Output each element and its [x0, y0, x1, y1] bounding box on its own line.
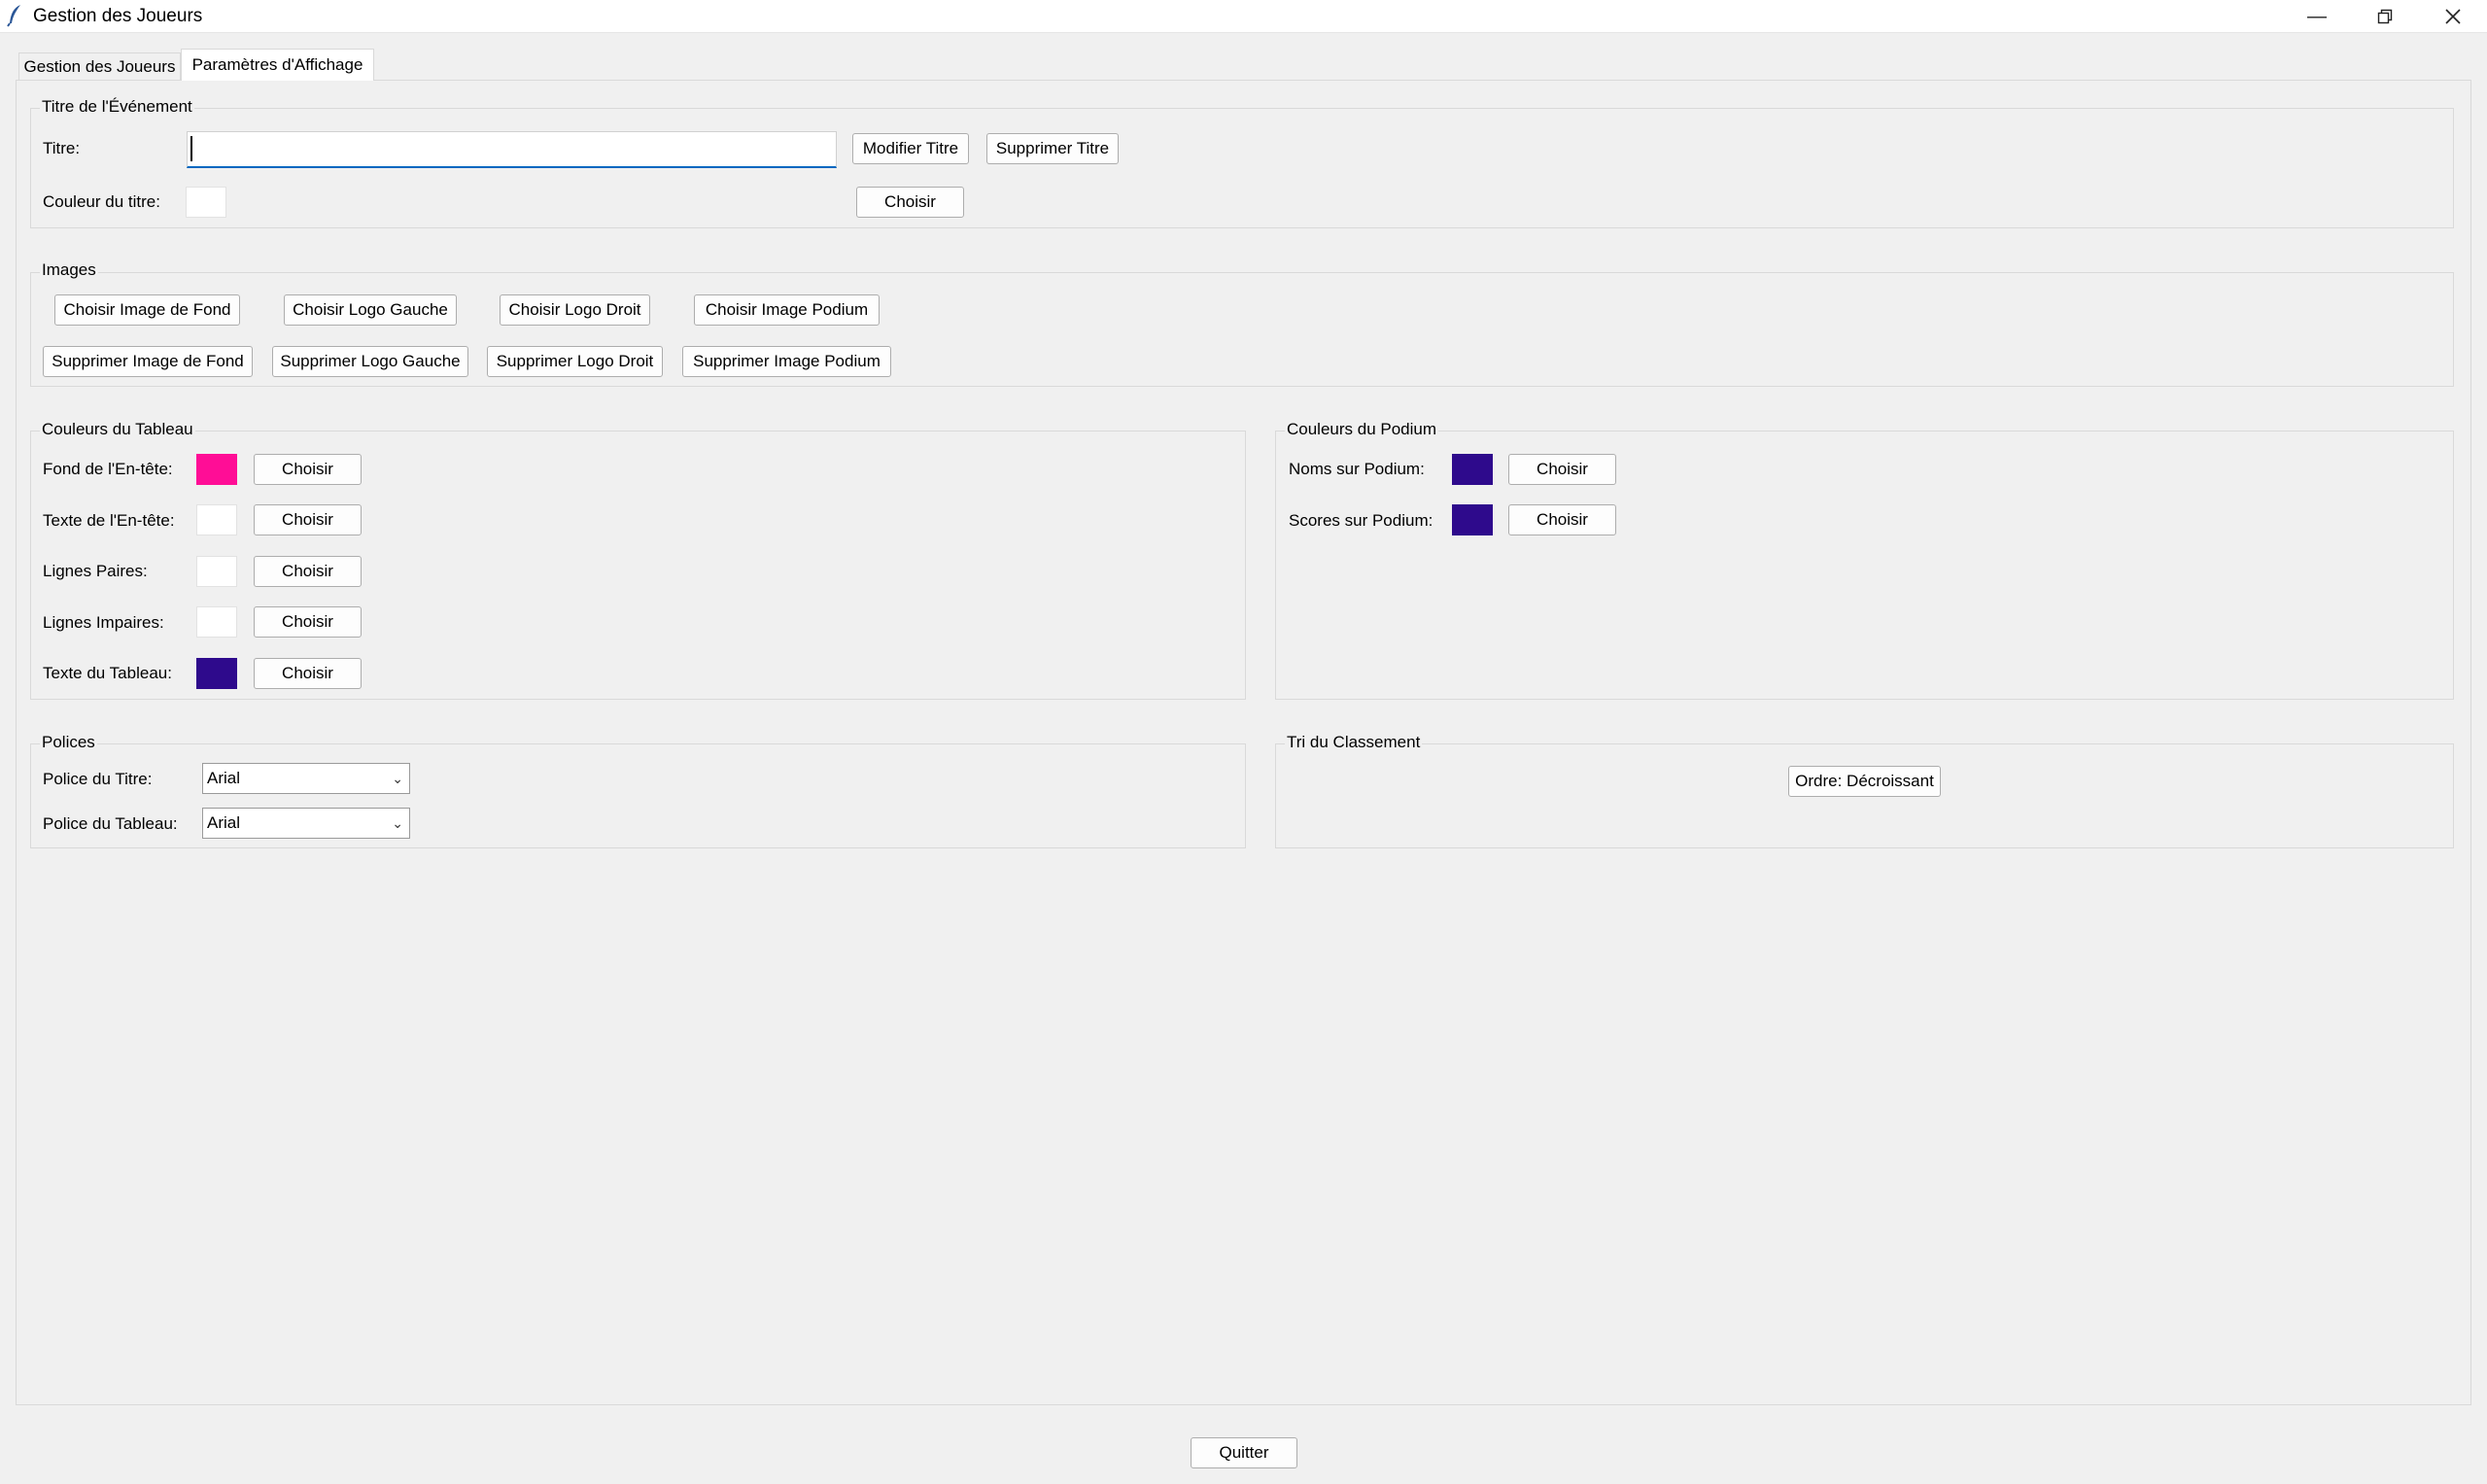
- even-rows-label: Lignes Paires:: [43, 562, 148, 580]
- table-text-label: Texte du Tableau:: [43, 664, 172, 682]
- delete-background-image-button[interactable]: Supprimer Image de Fond: [43, 346, 253, 377]
- feather-icon: [6, 4, 25, 27]
- table-font-select[interactable]: Arial ⌄: [202, 808, 410, 839]
- title-color-label: Couleur du titre:: [43, 192, 160, 211]
- tab-display-settings[interactable]: Paramètres d'Affichage: [181, 49, 374, 81]
- podium-names-label: Noms sur Podium:: [1289, 460, 1425, 478]
- event-title-frame-label: Titre de l'Événement: [40, 97, 194, 117]
- even-rows-swatch: [196, 556, 237, 587]
- delete-right-logo-button[interactable]: Supprimer Logo Droit: [487, 346, 663, 377]
- title-label: Titre:: [43, 139, 81, 157]
- choose-table-text-button[interactable]: Choisir: [254, 658, 362, 689]
- minimize-icon[interactable]: —: [2283, 0, 2351, 33]
- sort-order-button[interactable]: Ordre: Décroissant: [1788, 766, 1941, 797]
- restore-icon[interactable]: [2351, 0, 2419, 33]
- event-title-frame: [30, 108, 2454, 228]
- choose-title-color-button[interactable]: Choisir: [856, 187, 964, 218]
- choose-odd-rows-button[interactable]: Choisir: [254, 606, 362, 638]
- header-background-label: Fond de l'En-tête:: [43, 460, 173, 478]
- delete-podium-image-button[interactable]: Supprimer Image Podium: [682, 346, 891, 377]
- table-text-swatch: [196, 658, 237, 689]
- window-titlebar: [0, 0, 2487, 33]
- podium-names-swatch: [1452, 454, 1493, 485]
- quit-button[interactable]: Quitter: [1191, 1437, 1297, 1468]
- fonts-frame-label: Polices: [40, 733, 97, 752]
- title-input[interactable]: [187, 131, 837, 168]
- choose-podium-image-button[interactable]: Choisir Image Podium: [694, 294, 880, 326]
- modify-title-button[interactable]: Modifier Titre: [852, 133, 969, 164]
- odd-rows-label: Lignes Impaires:: [43, 613, 164, 632]
- choose-left-logo-button[interactable]: Choisir Logo Gauche: [284, 294, 457, 326]
- podium-scores-label: Scores sur Podium:: [1289, 511, 1433, 530]
- chevron-down-icon[interactable]: ⌄: [392, 771, 403, 787]
- header-text-label: Texte de l'En-tête:: [43, 511, 175, 530]
- choose-even-rows-button[interactable]: Choisir: [254, 556, 362, 587]
- podium-colors-frame-label: Couleurs du Podium: [1285, 420, 1439, 439]
- images-frame-label: Images: [40, 260, 98, 280]
- sorting-frame-label: Tri du Classement: [1285, 733, 1423, 752]
- choose-right-logo-button[interactable]: Choisir Logo Droit: [500, 294, 650, 326]
- chevron-down-icon[interactable]: ⌄: [392, 815, 403, 832]
- podium-scores-swatch: [1452, 504, 1493, 535]
- choose-header-background-button[interactable]: Choisir: [254, 454, 362, 485]
- header-text-swatch: [196, 504, 237, 535]
- header-background-swatch: [196, 454, 237, 485]
- title-font-label: Police du Titre:: [43, 770, 153, 788]
- table-font-label: Police du Tableau:: [43, 814, 178, 833]
- choose-background-image-button[interactable]: Choisir Image de Fond: [54, 294, 240, 326]
- window-title: Gestion des Joueurs: [33, 6, 203, 26]
- choose-header-text-button[interactable]: Choisir: [254, 504, 362, 535]
- title-color-swatch: [186, 187, 226, 218]
- delete-left-logo-button[interactable]: Supprimer Logo Gauche: [272, 346, 468, 377]
- choose-podium-names-button[interactable]: Choisir: [1508, 454, 1616, 485]
- table-colors-frame-label: Couleurs du Tableau: [40, 420, 195, 439]
- table-font-value: Arial: [207, 813, 241, 832]
- title-font-value: Arial: [207, 769, 241, 787]
- tab-player-management[interactable]: Gestion des Joueurs: [18, 52, 181, 80]
- delete-title-button[interactable]: Supprimer Titre: [986, 133, 1119, 164]
- close-icon[interactable]: [2419, 0, 2487, 33]
- odd-rows-swatch: [196, 606, 237, 638]
- title-font-select[interactable]: Arial ⌄: [202, 763, 410, 794]
- choose-podium-scores-button[interactable]: Choisir: [1508, 504, 1616, 535]
- text-cursor: [190, 136, 192, 161]
